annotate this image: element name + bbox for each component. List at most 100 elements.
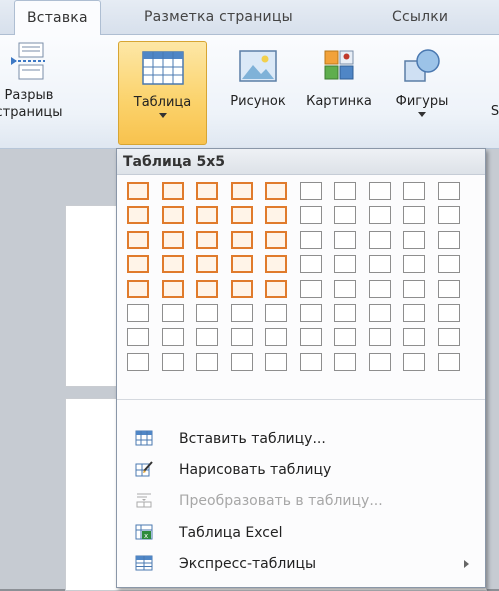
grid-cell[interactable] [162, 304, 184, 322]
grid-cell[interactable] [334, 353, 356, 371]
grid-cell[interactable] [300, 280, 322, 298]
grid-cell[interactable] [265, 304, 287, 322]
grid-cell[interactable] [265, 353, 287, 371]
shapes-icon [404, 49, 440, 82]
grid-cell[interactable] [369, 304, 391, 322]
grid-cell-selected[interactable] [162, 206, 184, 224]
grid-cell[interactable] [438, 280, 460, 298]
table-button[interactable]: Таблица [118, 41, 207, 145]
grid-cell-selected[interactable] [127, 255, 149, 273]
grid-cell[interactable] [300, 304, 322, 322]
clipart-button[interactable]: Картинка [300, 41, 378, 110]
grid-cell[interactable] [196, 304, 218, 322]
partial-ribbon-button[interactable]: S [488, 103, 499, 120]
tab-insert[interactable]: Вставка [14, 0, 101, 36]
grid-cell[interactable] [162, 353, 184, 371]
grid-cell[interactable] [196, 353, 218, 371]
grid-cell-selected[interactable] [196, 206, 218, 224]
grid-cell-selected[interactable] [196, 255, 218, 273]
grid-cell-selected[interactable] [265, 231, 287, 249]
grid-cell[interactable] [369, 182, 391, 200]
grid-cell-selected[interactable] [127, 280, 149, 298]
grid-cell[interactable] [300, 353, 322, 371]
grid-cell[interactable] [438, 255, 460, 273]
menu-item-label: Преобразовать в таблицу... [179, 493, 383, 509]
grid-cell[interactable] [300, 328, 322, 346]
grid-cell-selected[interactable] [196, 182, 218, 200]
grid-cell-selected[interactable] [162, 182, 184, 200]
grid-cell[interactable] [438, 304, 460, 322]
grid-cell[interactable] [300, 206, 322, 224]
grid-cell-selected[interactable] [162, 255, 184, 273]
menu-item-insert-table[interactable]: Вставить таблицу... [117, 424, 485, 454]
grid-cell[interactable] [369, 255, 391, 273]
grid-cell[interactable] [403, 280, 425, 298]
grid-cell[interactable] [231, 328, 253, 346]
menu-item-quick-tables[interactable]: Экспресс-таблицы [117, 549, 485, 579]
grid-cell[interactable] [334, 328, 356, 346]
grid-cell[interactable] [265, 328, 287, 346]
tab-page-layout[interactable]: Разметка страницы [144, 0, 293, 34]
grid-cell[interactable] [300, 231, 322, 249]
picture-button[interactable]: Рисунок [222, 41, 294, 110]
grid-cell[interactable] [369, 328, 391, 346]
grid-cell[interactable] [403, 255, 425, 273]
grid-cell[interactable] [438, 353, 460, 371]
grid-cell[interactable] [438, 231, 460, 249]
grid-cell[interactable] [231, 304, 253, 322]
grid-cell-selected[interactable] [162, 231, 184, 249]
grid-cell[interactable] [334, 255, 356, 273]
grid-cell[interactable] [127, 328, 149, 346]
grid-cell[interactable] [403, 231, 425, 249]
grid-cell[interactable] [196, 328, 218, 346]
grid-cell[interactable] [403, 206, 425, 224]
grid-cell-selected[interactable] [265, 182, 287, 200]
grid-cell[interactable] [438, 182, 460, 200]
grid-cell[interactable] [403, 304, 425, 322]
menu-item-convert-to-table[interactable]: Преобразовать в таблицу... [117, 486, 485, 516]
grid-cell[interactable] [334, 182, 356, 200]
grid-cell-selected[interactable] [231, 255, 253, 273]
grid-cell-selected[interactable] [265, 206, 287, 224]
grid-cell[interactable] [334, 304, 356, 322]
grid-cell[interactable] [300, 182, 322, 200]
grid-cell-selected[interactable] [231, 231, 253, 249]
grid-cell[interactable] [231, 353, 253, 371]
menu-item-excel-table[interactable]: x Таблица Excel [117, 518, 485, 548]
ribbon-panel: Разрыв страницы Таблица Рисунок Картинка… [0, 35, 499, 149]
grid-cell-selected[interactable] [265, 280, 287, 298]
grid-cell-selected[interactable] [231, 206, 253, 224]
grid-cell[interactable] [334, 280, 356, 298]
grid-cell-selected[interactable] [196, 231, 218, 249]
tab-references[interactable]: Ссылки [392, 0, 448, 34]
grid-cell[interactable] [403, 182, 425, 200]
grid-cell[interactable] [300, 255, 322, 273]
partial-ribbon-label: S [490, 104, 499, 119]
grid-cell-selected[interactable] [127, 206, 149, 224]
grid-cell-selected[interactable] [162, 280, 184, 298]
grid-cell-selected[interactable] [196, 280, 218, 298]
grid-cell[interactable] [334, 206, 356, 224]
grid-cell[interactable] [403, 353, 425, 371]
grid-cell[interactable] [369, 280, 391, 298]
page-break-button[interactable]: Разрыв страницы [0, 41, 64, 121]
clipart-icon [324, 50, 354, 80]
grid-cell[interactable] [438, 206, 460, 224]
grid-cell[interactable] [438, 328, 460, 346]
grid-cell[interactable] [403, 328, 425, 346]
grid-cell-selected[interactable] [231, 280, 253, 298]
menu-item-draw-table[interactable]: Нарисовать таблицу [117, 455, 485, 485]
grid-cell-selected[interactable] [231, 182, 253, 200]
grid-cell[interactable] [334, 231, 356, 249]
menu-header: Таблица 5x5 [117, 149, 485, 175]
grid-cell[interactable] [369, 206, 391, 224]
shapes-button[interactable]: Фигуры [382, 41, 462, 117]
grid-cell-selected[interactable] [127, 231, 149, 249]
grid-cell[interactable] [127, 353, 149, 371]
grid-cell[interactable] [369, 353, 391, 371]
grid-cell[interactable] [127, 304, 149, 322]
grid-cell[interactable] [369, 231, 391, 249]
grid-cell-selected[interactable] [265, 255, 287, 273]
grid-cell-selected[interactable] [127, 182, 149, 200]
grid-cell[interactable] [162, 328, 184, 346]
